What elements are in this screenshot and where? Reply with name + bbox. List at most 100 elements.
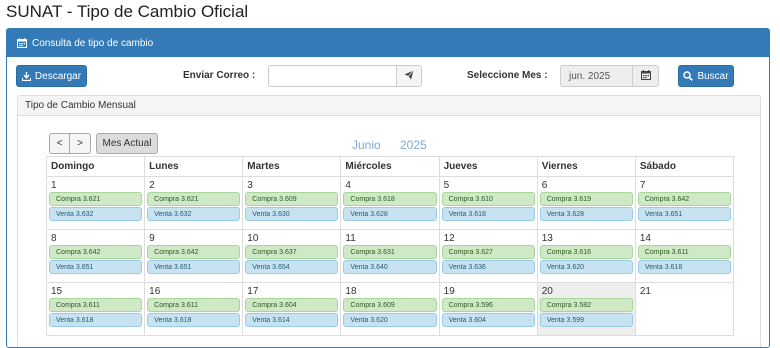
weekday-header: Lunes — [144, 156, 244, 177]
calendar-day: 1 Compra 3.621 Venta 3.632 — [45, 176, 146, 230]
venta-event[interactable]: Venta 3.618 — [637, 260, 731, 274]
venta-event[interactable]: Venta 3.618 — [441, 207, 535, 221]
venta-event[interactable]: Venta 3.636 — [441, 260, 535, 274]
day-number: 21 — [639, 286, 651, 297]
venta-event[interactable]: Venta 3.604 — [441, 313, 535, 327]
current-month-button[interactable]: Mes Actual — [96, 133, 158, 154]
download-label: Descargar — [34, 70, 82, 82]
panel-heading: Consulta de tipo de cambio — [7, 29, 769, 57]
venta-event[interactable]: Venta 3.632 — [49, 207, 143, 221]
calendar-day: 21 — [634, 282, 735, 336]
compra-event[interactable]: Compra 3.604 — [245, 298, 339, 312]
search-button[interactable]: Buscar — [678, 65, 734, 87]
compra-event[interactable]: Compra 3.610 — [441, 192, 535, 206]
venta-event[interactable]: Venta 3.630 — [245, 207, 339, 221]
monthly-rates-panel: Tipo de Cambio Mensual < > Mes Actual Ju… — [17, 95, 761, 347]
compra-event[interactable]: Compra 3.611 — [637, 245, 731, 259]
email-field[interactable] — [268, 65, 397, 87]
compra-event[interactable]: Compra 3.642 — [147, 245, 241, 259]
compra-event[interactable]: Compra 3.618 — [343, 192, 437, 206]
day-number: 18 — [345, 286, 357, 297]
venta-event[interactable]: Venta 3.618 — [147, 313, 241, 327]
venta-event[interactable]: Venta 3.618 — [49, 313, 143, 327]
calendar-day: 12 Compra 3.627 Venta 3.636 — [438, 229, 538, 283]
compra-event[interactable]: Compra 3.637 — [245, 245, 339, 259]
compra-event[interactable]: Compra 3.596 — [441, 298, 535, 312]
compra-event[interactable]: Compra 3.627 — [441, 245, 535, 259]
download-button[interactable]: Descargar — [16, 65, 87, 87]
send-email-button[interactable] — [396, 65, 422, 87]
calendar-month-name: Junio — [352, 138, 381, 152]
compra-event[interactable]: Compra 3.611 — [147, 298, 241, 312]
venta-event[interactable]: Venta 3.620 — [343, 313, 437, 327]
month-picker-button[interactable] — [632, 65, 659, 87]
day-number: 8 — [51, 233, 57, 244]
compra-event[interactable]: Compra 3.609 — [245, 192, 339, 206]
compra-event[interactable]: Compra 3.642 — [49, 245, 143, 259]
calendar-day: 14 Compra 3.611 Venta 3.618 — [634, 229, 735, 283]
month-label: Seleccione Mes : — [467, 70, 548, 81]
calendar-day: 19 Compra 3.596 Venta 3.604 — [438, 282, 538, 336]
day-number: 3 — [247, 180, 253, 191]
compra-event[interactable]: Compra 3.621 — [49, 192, 143, 206]
compra-event[interactable]: Compra 3.609 — [343, 298, 437, 312]
page-title: SUNAT - Tipo de Cambio Oficial — [6, 2, 249, 21]
venta-event[interactable]: Venta 3.640 — [343, 260, 437, 274]
download-icon — [21, 71, 31, 81]
compra-event[interactable]: Compra 3.616 — [539, 245, 633, 259]
weekday-header: Martes — [242, 156, 342, 177]
venta-event[interactable]: Venta 3.614 — [245, 313, 339, 327]
day-number: 6 — [541, 180, 548, 191]
calendar-day: 15 Compra 3.611 Venta 3.618 — [45, 282, 146, 336]
venta-event[interactable]: Venta 3.651 — [49, 260, 143, 274]
weekday-header: Domingo — [45, 156, 146, 177]
venta-event[interactable]: Venta 3.628 — [539, 207, 633, 221]
exchange-rate-panel: Consulta de tipo de cambio Descargar Env… — [6, 28, 770, 348]
day-number: 17 — [247, 286, 259, 297]
calendar-day: 16 Compra 3.611 Venta 3.618 — [144, 282, 244, 336]
calendar-day: 6 Compra 3.619 Venta 3.628 — [536, 176, 636, 230]
venta-event[interactable]: Venta 3.651 — [147, 260, 241, 274]
compra-event[interactable]: Compra 3.642 — [637, 192, 731, 206]
compra-event[interactable]: Compra 3.582 — [539, 298, 633, 312]
prev-month-button[interactable]: < — [49, 133, 70, 154]
venta-event[interactable]: Venta 3.632 — [147, 207, 241, 221]
panel-heading-label: Consulta de tipo de cambio — [32, 37, 154, 49]
venta-event[interactable]: Venta 3.620 — [539, 260, 633, 274]
calendar-grid: Domingo Lunes Martes Miércoles Jueves Vi… — [45, 156, 735, 336]
weekday-header: Miércoles — [340, 156, 440, 177]
venta-event[interactable]: Venta 3.628 — [343, 207, 437, 221]
calendar-day: 18 Compra 3.609 Venta 3.620 — [340, 282, 440, 336]
venta-event[interactable]: Venta 3.599 — [539, 313, 633, 327]
day-number: 14 — [639, 233, 651, 244]
day-number: 13 — [541, 233, 553, 244]
calendar-day: 8 Compra 3.642 Venta 3.651 — [45, 229, 146, 283]
calendar-week: 1 Compra 3.621 Venta 3.632 2 Compra 3.621 Ve… — [45, 176, 735, 230]
monthly-rates-heading: Tipo de Cambio Mensual — [18, 96, 760, 116]
calendar-day: 2 Compra 3.621 Venta 3.632 — [144, 176, 244, 230]
day-number: 5 — [443, 180, 450, 191]
venta-event[interactable]: Venta 3.654 — [245, 260, 339, 274]
day-number: 11 — [345, 233, 356, 244]
calendar-week: 15 Compra 3.611 Venta 3.618 16 Compra 3.611… — [45, 282, 735, 336]
calendar-week: 8 Compra 3.642 Venta 3.651 9 Compra 3.642 Ve… — [45, 229, 735, 283]
day-number: 16 — [149, 286, 161, 297]
calendar-icon — [17, 38, 27, 48]
month-field[interactable]: jun. 2025 — [560, 65, 632, 87]
search-icon — [683, 71, 694, 81]
calendar-year: 2025 — [400, 138, 427, 152]
calendar-day-today: 20 Compra 3.582 Venta 3.599 — [536, 282, 636, 336]
calendar-day: 5 Compra 3.610 Venta 3.618 — [438, 176, 538, 230]
compra-event[interactable]: Compra 3.631 — [343, 245, 437, 259]
calendar-icon — [640, 67, 651, 85]
compra-event[interactable]: Compra 3.621 — [147, 192, 241, 206]
search-label: Buscar — [697, 70, 729, 82]
next-month-button[interactable]: > — [69, 133, 91, 154]
day-number: 20 — [541, 286, 553, 297]
venta-event[interactable]: Venta 3.651 — [637, 207, 731, 221]
compra-event[interactable]: Compra 3.619 — [539, 192, 633, 206]
paper-plane-icon — [404, 67, 414, 85]
compra-event[interactable]: Compra 3.611 — [49, 298, 143, 312]
day-number: 19 — [443, 286, 455, 297]
day-number: 9 — [149, 233, 155, 244]
